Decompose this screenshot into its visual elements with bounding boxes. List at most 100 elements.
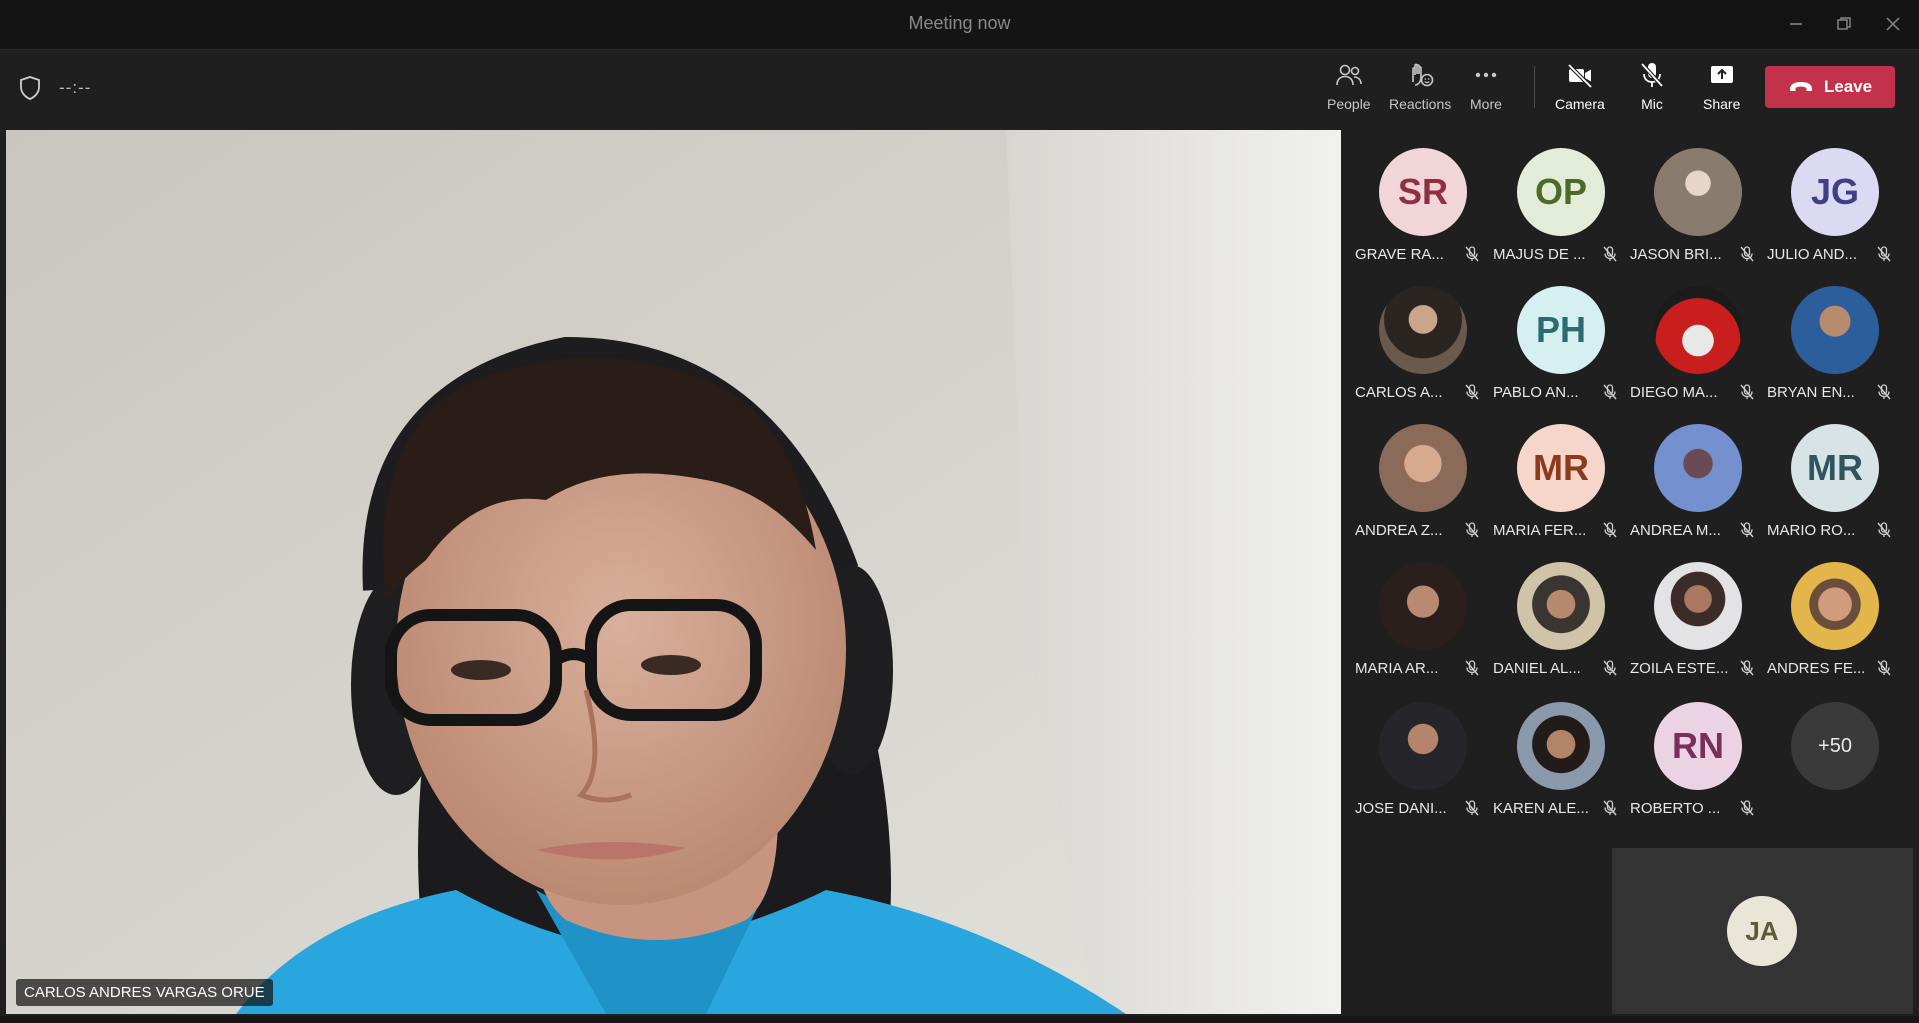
participant-tile[interactable]: RN ROBERTO ... xyxy=(1630,698,1770,828)
participant-tile[interactable]: BRYAN EN... xyxy=(1767,282,1907,412)
window-title: Meeting now xyxy=(908,13,1011,33)
mic-off-icon xyxy=(1603,384,1617,400)
leave-button[interactable]: Leave xyxy=(1765,66,1895,108)
mic-off-icon xyxy=(1740,246,1754,262)
participant-name: ZOILA ESTE... xyxy=(1630,660,1729,677)
participant-name: MARIO RO... xyxy=(1767,522,1856,539)
participant-name: ANDREA M... xyxy=(1630,522,1721,539)
phone-hangup-icon xyxy=(1789,82,1812,91)
mic-off-icon xyxy=(1603,800,1617,816)
people-button[interactable]: People xyxy=(1327,60,1371,120)
mic-off-icon xyxy=(1740,384,1754,400)
participant-name: MARIA AR... xyxy=(1355,660,1439,677)
participant-tile[interactable]: CARLOS A... xyxy=(1355,282,1495,412)
mic-off-icon xyxy=(1740,800,1754,816)
mic-off-icon xyxy=(1740,522,1754,538)
participant-name: DIEGO MA... xyxy=(1630,384,1718,401)
mic-off-icon xyxy=(1465,246,1479,262)
camera-button[interactable]: Camera xyxy=(1555,60,1605,120)
share-button[interactable]: Share xyxy=(1703,60,1740,120)
self-view[interactable]: JA xyxy=(1612,848,1913,1014)
avatar-photo xyxy=(1379,702,1467,790)
camera-off-icon xyxy=(1567,63,1593,89)
mic-off-icon xyxy=(1465,384,1479,400)
participant-tile[interactable]: DANIEL AL... xyxy=(1493,558,1633,688)
mic-off-icon xyxy=(1877,384,1891,400)
participant-name: CARLOS A... xyxy=(1355,384,1443,401)
avatar-photo xyxy=(1791,286,1879,374)
shield-icon[interactable] xyxy=(18,75,42,101)
participant-tile[interactable]: JG JULIO AND... xyxy=(1767,144,1907,274)
participant-tile[interactable]: PH PABLO AN... xyxy=(1493,282,1633,412)
participant-name: GRAVE RA... xyxy=(1355,246,1444,263)
mic-off-icon xyxy=(1465,800,1479,816)
participant-tile[interactable]: JASON BRI... xyxy=(1630,144,1770,274)
participant-name: KAREN ALE... xyxy=(1493,800,1589,817)
overflow-count: +50 xyxy=(1791,702,1879,790)
minimize-icon[interactable] xyxy=(1782,10,1810,38)
participant-name: JOSE DANI... xyxy=(1355,800,1447,817)
speaker-name-label: CARLOS ANDRES VARGAS ORUE xyxy=(16,979,273,1006)
overflow-participants-button[interactable]: +50 xyxy=(1767,698,1907,828)
mic-off-icon xyxy=(1603,246,1617,262)
mic-button[interactable]: Mic xyxy=(1637,60,1667,120)
avatar: SR xyxy=(1379,148,1467,236)
main-video-feed[interactable]: CARLOS ANDRES VARGAS ORUE xyxy=(6,130,1341,1014)
leave-label: Leave xyxy=(1823,77,1873,96)
avatar: MR xyxy=(1517,424,1605,512)
participant-tile[interactable]: KAREN ALE... xyxy=(1493,698,1633,828)
participant-tile[interactable]: JOSE DANI... xyxy=(1355,698,1495,828)
mic-off-icon xyxy=(1640,62,1664,88)
mic-off-icon xyxy=(1877,246,1891,262)
more-icon xyxy=(1475,72,1497,78)
participant-tile[interactable]: MR MARIA FER... xyxy=(1493,420,1633,550)
avatar: JG xyxy=(1791,148,1879,236)
participant-name: MAJUS DE ... xyxy=(1493,246,1586,263)
avatar-photo xyxy=(1379,424,1467,512)
restore-icon[interactable] xyxy=(1830,10,1858,38)
avatar: PH xyxy=(1517,286,1605,374)
close-icon[interactable] xyxy=(1879,10,1907,38)
mic-off-icon xyxy=(1603,522,1617,538)
participant-tile[interactable]: DIEGO MA... xyxy=(1630,282,1770,412)
participant-tile[interactable]: ANDREA M... xyxy=(1630,420,1770,550)
reactions-button[interactable]: Reactions xyxy=(1389,60,1451,120)
people-icon xyxy=(1335,64,1362,86)
mic-off-icon xyxy=(1603,660,1617,676)
participant-tile[interactable]: MR MARIO RO... xyxy=(1767,420,1907,550)
more-label: More xyxy=(1470,96,1502,112)
meeting-toolbar: --:-- People Reactions More Camera Mic S… xyxy=(0,50,1919,130)
participant-tile[interactable]: SR GRAVE RA... xyxy=(1355,144,1495,274)
participant-name: ANDREA Z... xyxy=(1355,522,1443,539)
participant-name: JASON BRI... xyxy=(1630,246,1722,263)
more-button[interactable]: More xyxy=(1470,60,1502,120)
participant-name: ROBERTO ... xyxy=(1630,800,1721,817)
people-label: People xyxy=(1327,96,1371,112)
mic-off-icon xyxy=(1465,660,1479,676)
participant-name: ANDRES FE... xyxy=(1767,660,1866,677)
participant-tile[interactable]: ANDRES FE... xyxy=(1767,558,1907,688)
avatar-photo xyxy=(1654,286,1742,374)
mic-off-icon xyxy=(1877,660,1891,676)
meeting-timer: --:-- xyxy=(59,78,92,97)
self-avatar: JA xyxy=(1727,896,1797,966)
participant-name: DANIEL AL... xyxy=(1493,660,1581,677)
avatar-photo xyxy=(1379,286,1467,374)
avatar-photo xyxy=(1791,562,1879,650)
reactions-label: Reactions xyxy=(1389,96,1452,112)
participant-name: JULIO AND... xyxy=(1767,246,1858,263)
participant-tile[interactable]: OP MAJUS DE ... xyxy=(1493,144,1633,274)
participant-tile[interactable]: MARIA AR... xyxy=(1355,558,1495,688)
reactions-icon xyxy=(1412,63,1434,87)
participant-tile[interactable]: ZOILA ESTE... xyxy=(1630,558,1770,688)
avatar: MR xyxy=(1791,424,1879,512)
avatar-photo xyxy=(1517,562,1605,650)
participant-tile[interactable]: ANDREA Z... xyxy=(1355,420,1495,550)
toolbar-divider xyxy=(1534,66,1535,108)
avatar-photo xyxy=(1379,562,1467,650)
share-label: Share xyxy=(1703,96,1741,112)
avatar-photo xyxy=(1517,702,1605,790)
participant-name: MARIA FER... xyxy=(1493,522,1587,539)
title-bar: Meeting now xyxy=(0,0,1919,50)
mic-off-icon xyxy=(1465,522,1479,538)
